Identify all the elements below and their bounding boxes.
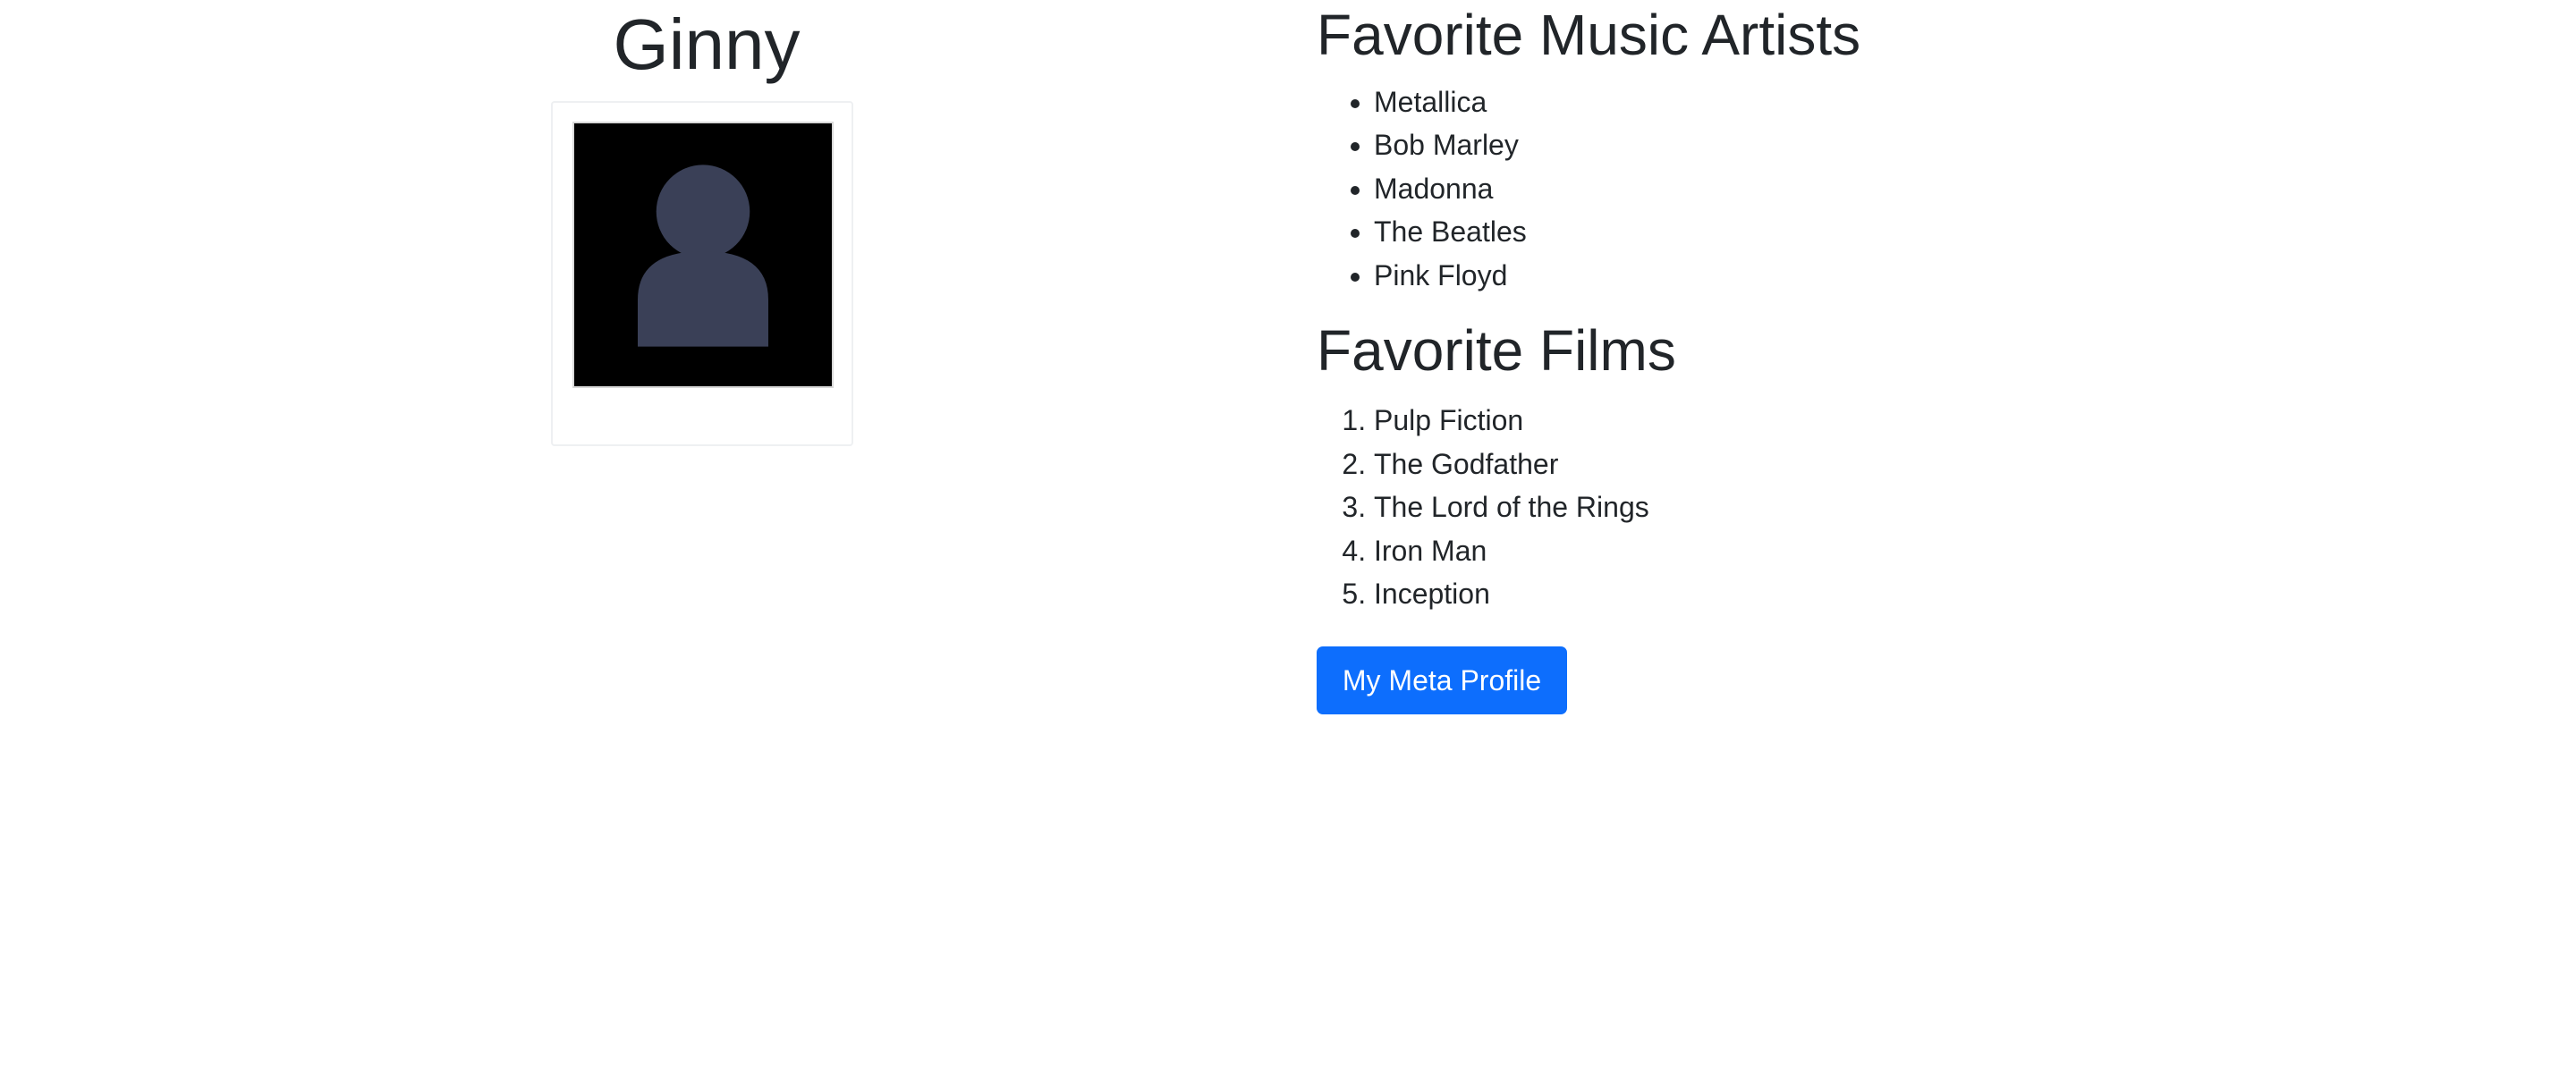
list-item: Inception [1374, 572, 2211, 616]
profile-column: Ginny [537, 0, 877, 446]
page: Ginny Favorite Music Artists Metallica B… [0, 0, 2576, 1089]
list-item: The Lord of the Rings [1374, 485, 2211, 529]
films-section-title: Favorite Films [1317, 318, 1676, 384]
list-item: The Beatles [1374, 210, 2211, 254]
profile-name: Ginny [613, 4, 801, 84]
list-item: The Godfather [1374, 443, 2211, 486]
list-item: Iron Man [1374, 529, 2211, 573]
music-list: Metallica Bob Marley Madonna The Beatles… [1317, 80, 2211, 298]
list-item: Pink Floyd [1374, 254, 2211, 298]
avatar [572, 122, 834, 388]
list-item: Pulp Fiction [1374, 399, 2211, 443]
list-item: Madonna [1374, 167, 2211, 211]
person-silhouette-icon [574, 123, 832, 386]
music-section-title: Favorite Music Artists [1317, 3, 1861, 67]
avatar-frame [551, 101, 853, 446]
films-list: Pulp Fiction The Godfather The Lord of t… [1317, 399, 2211, 616]
list-item: Bob Marley [1374, 123, 2211, 167]
meta-profile-button[interactable]: My Meta Profile [1317, 646, 1567, 714]
favorites-column: Favorite Music Artists Metallica Bob Mar… [1317, 0, 2211, 714]
list-item: Metallica [1374, 80, 2211, 124]
